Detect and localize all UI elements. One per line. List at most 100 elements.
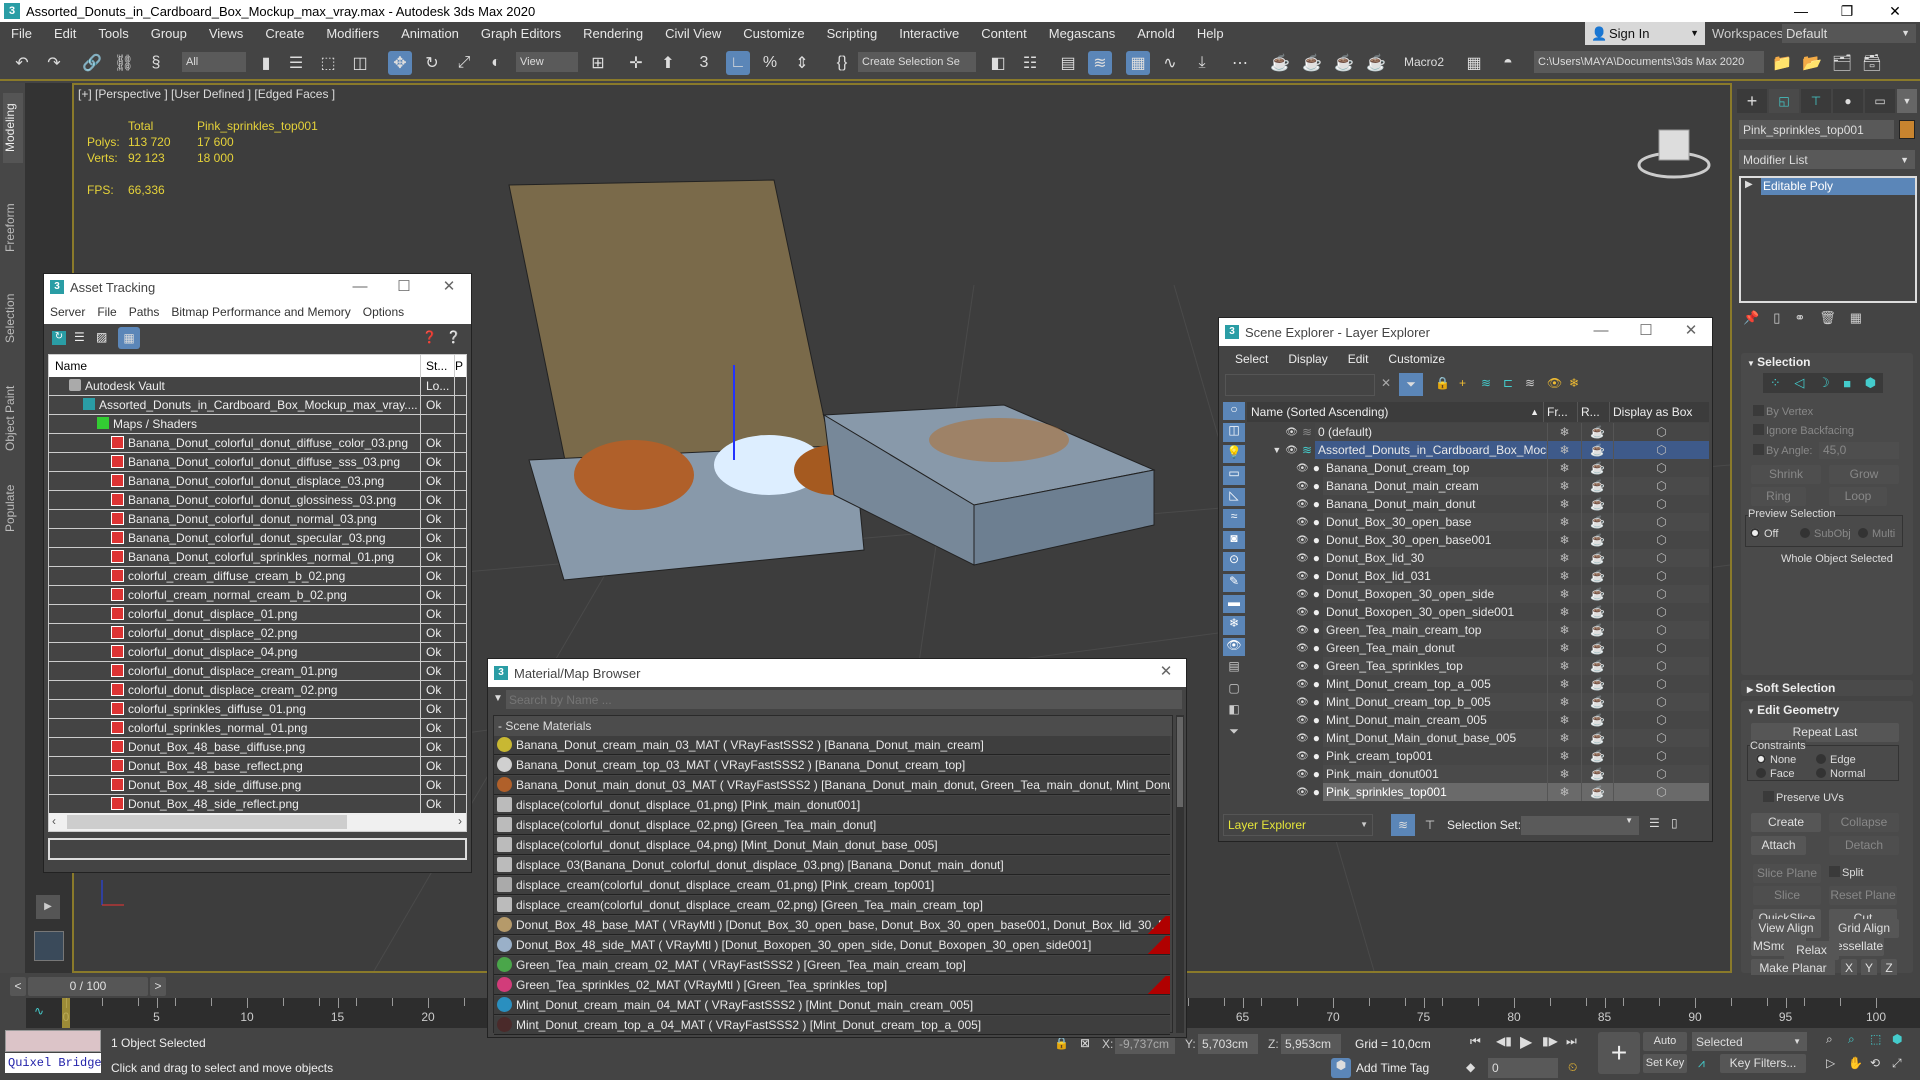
split-checkbox[interactable]: Split [1829, 866, 1863, 879]
z-coordinate-field[interactable]: 5,953cm [1281, 1034, 1341, 1054]
scroll-right-icon[interactable]: › [458, 814, 462, 828]
minimize-button[interactable]: — [1778, 0, 1824, 22]
freeze-toggle-icon[interactable]: ❄ [1547, 603, 1581, 621]
renderable-toggle-icon[interactable]: ☕ [1581, 729, 1613, 747]
create-project-icon[interactable]: 🗂 [1830, 51, 1854, 75]
tab-populate[interactable]: Populate [3, 473, 23, 543]
asset-row[interactable]: colorful_donut_displace_02.png Ok [49, 624, 466, 643]
edge-level-icon[interactable]: ◁ [1794, 375, 1804, 391]
scene-explorer-row[interactable]: 👁 ● Donut_Box_30_open_base ❄ ☕ ⬡ [1247, 513, 1709, 531]
lock-icon[interactable]: 🔒 [1435, 376, 1450, 390]
by-vertex-checkbox[interactable]: By Vertex [1753, 405, 1813, 418]
constraint-normal-radio[interactable]: Normal [1816, 768, 1865, 780]
display-none-icon[interactable]: ▢ [1223, 681, 1245, 699]
context-help-icon[interactable]: ❔ [446, 330, 461, 344]
visibility-eye-icon[interactable]: 👁 [1296, 625, 1309, 636]
add-to-layer-icon[interactable]: ≋ [1481, 376, 1491, 390]
motion-tab-icon[interactable]: ● [1833, 89, 1863, 113]
make-unique-icon[interactable]: ⚭ [1794, 310, 1805, 326]
material-row[interactable]: displace(colorful_donut_displace_04.png)… [494, 836, 1170, 855]
display-as-box-icon[interactable]: ⬡ [1613, 459, 1709, 477]
display-cameras-icon[interactable]: ▭ [1223, 466, 1245, 485]
zoom-all-icon[interactable]: ⌕ [1848, 1032, 1855, 1047]
display-as-box-icon[interactable]: ⬡ [1613, 657, 1709, 675]
freeze-toggle-icon[interactable]: ❄ [1547, 477, 1581, 495]
menu-arnold[interactable]: Arnold [1126, 26, 1186, 41]
soft-selection-title[interactable]: ▶ Soft Selection [1747, 681, 1835, 695]
time-configuration-icon[interactable]: ⏲ [1568, 1060, 1577, 1075]
layer-explorer-icon[interactable]: ≋ [1088, 51, 1112, 75]
freeze-toggle-icon[interactable]: ❄ [1547, 693, 1581, 711]
display-shapes-icon[interactable]: ◫ [1223, 423, 1245, 442]
renderable-toggle-icon[interactable]: ☕ [1581, 423, 1613, 441]
display-as-box-icon[interactable]: ⬡ [1613, 729, 1709, 747]
renderable-toggle-icon[interactable]: ☕ [1581, 549, 1613, 567]
set-keys-button[interactable]: + [1598, 1032, 1640, 1074]
angle-snap-icon[interactable]: ∟ [726, 51, 750, 75]
selection-set-dropdown[interactable]: ▼ [1521, 816, 1639, 835]
asset-row[interactable]: colorful_cream_normal_cream_b_02.png Ok [49, 586, 466, 605]
scene-explorer-row[interactable]: 👁 ● Donut_Box_lid_30 ❄ ☕ ⬡ [1247, 549, 1709, 567]
polygon-level-icon[interactable]: ■ [1843, 376, 1851, 391]
display-bones-icon[interactable]: ✎ [1223, 573, 1245, 592]
thumbnail-view-icon[interactable]: ▨ [96, 330, 107, 344]
display-spacewarps-icon[interactable]: ≈ [1223, 509, 1245, 528]
freeze-toggle-icon[interactable]: ❄ [1547, 657, 1581, 675]
renderable-toggle-icon[interactable]: ☕ [1581, 513, 1613, 531]
schematic-view-icon[interactable]: ⋯ [1228, 51, 1252, 75]
menu-customize[interactable]: Customize [732, 26, 815, 41]
clear-search-icon[interactable]: ✕ [1381, 376, 1391, 390]
menu-customize[interactable]: Customize [1378, 352, 1455, 366]
spinner-snap-icon[interactable]: ⇕ [790, 51, 814, 75]
menu-scripting[interactable]: Scripting [816, 26, 889, 41]
display-particles-icon[interactable]: ❄ [1223, 616, 1245, 635]
set-project-folder-icon[interactable]: 📁 [1770, 51, 1794, 75]
column-render[interactable]: R... [1577, 402, 1609, 422]
menu-content[interactable]: Content [970, 26, 1038, 41]
place-icon[interactable]: ◐ [484, 51, 508, 75]
help-icon[interactable]: ❓ [422, 330, 437, 344]
asset-row[interactable]: Donut_Box_48_base_diffuse.png Ok [49, 738, 466, 757]
freeze-toggle-icon[interactable]: ❄ [1547, 513, 1581, 531]
menu-views[interactable]: Views [198, 26, 254, 41]
configure-modifier-sets-icon[interactable]: ▦ [1850, 310, 1862, 326]
freeze-toggle-icon[interactable]: ❄ [1547, 765, 1581, 783]
quixel-bridge-field[interactable]: Quixel Bridge [5, 1053, 101, 1073]
restore-button[interactable]: ❐ [1824, 0, 1870, 22]
asset-row[interactable]: Banana_Donut_colorful_donut_displace_03.… [49, 472, 466, 491]
hierarchy-icon[interactable]: ⊏ [1503, 376, 1513, 390]
asset-row[interactable]: Donut_Box_48_base_reflect.png Ok [49, 757, 466, 776]
viewport-label[interactable]: [+] [Perspective ] [User Defined ] [Edge… [78, 87, 335, 101]
toggle-ribbon-icon[interactable]: ▦ [1126, 51, 1150, 75]
material-row[interactable]: Donut_Box_48_side_MAT ( VRayMtl ) [Donut… [494, 936, 1170, 955]
dope-sheet-icon[interactable]: ⤓ [1190, 51, 1214, 75]
freeze-toggle-icon[interactable]: ❄ [1547, 549, 1581, 567]
next-frame-button[interactable]: > [150, 977, 166, 996]
column-path[interactable]: P [454, 355, 466, 377]
rendered-frame-icon[interactable]: ☕ [1332, 51, 1356, 75]
options-menu-icon[interactable]: ▼ [493, 693, 503, 704]
scene-explorer-row[interactable]: ▼ 👁 ≋ Assorted_Donuts_in_Cardboard_Box_Mock… [1247, 441, 1709, 459]
column-name[interactable]: Name (Sorted Ascending) ▲ [1247, 402, 1543, 422]
horizontal-scrollbar[interactable]: ‹ › [49, 813, 466, 831]
menu-interactive[interactable]: Interactive [888, 26, 970, 41]
material-row[interactable]: Banana_Donut_main_donut_03_MAT ( VRayFas… [494, 776, 1170, 795]
minimize-button[interactable]: — [340, 274, 380, 300]
grow-button[interactable]: Grow [1829, 465, 1899, 484]
asset-row[interactable]: Donut_Box_48_side_diffuse.png Ok [49, 776, 466, 795]
material-row[interactable]: displace_03(Banana_Donut_colorful_donut_… [494, 856, 1170, 875]
tab-object-paint[interactable]: Object Paint [3, 373, 23, 463]
scroll-left-icon[interactable]: ‹ [52, 814, 56, 828]
current-frame-field[interactable]: 0 [1488, 1058, 1558, 1078]
menu-animation[interactable]: Animation [390, 26, 470, 41]
goto-start-icon[interactable]: ⏮ [1470, 1034, 1481, 1049]
preserve-uvs-checkbox[interactable]: Preserve UVs [1763, 791, 1844, 804]
preview-subobj-radio[interactable]: SubObj [1800, 528, 1851, 540]
asset-path-field[interactable] [48, 838, 467, 860]
next-key-icon[interactable]: ▮▶ [1542, 1034, 1558, 1048]
scene-explorer-row[interactable]: 👁 ● Donut_Box_30_open_base001 ❄ ☕ ⬡ [1247, 531, 1709, 549]
visibility-eye-icon[interactable]: 👁 [1296, 787, 1309, 798]
display-as-box-icon[interactable]: ⬡ [1613, 783, 1709, 801]
scene-explorer-row[interactable]: 👁 ● Donut_Box_lid_031 ❄ ☕ ⬡ [1247, 567, 1709, 585]
visibility-eye-icon[interactable]: 👁 [1296, 463, 1309, 474]
